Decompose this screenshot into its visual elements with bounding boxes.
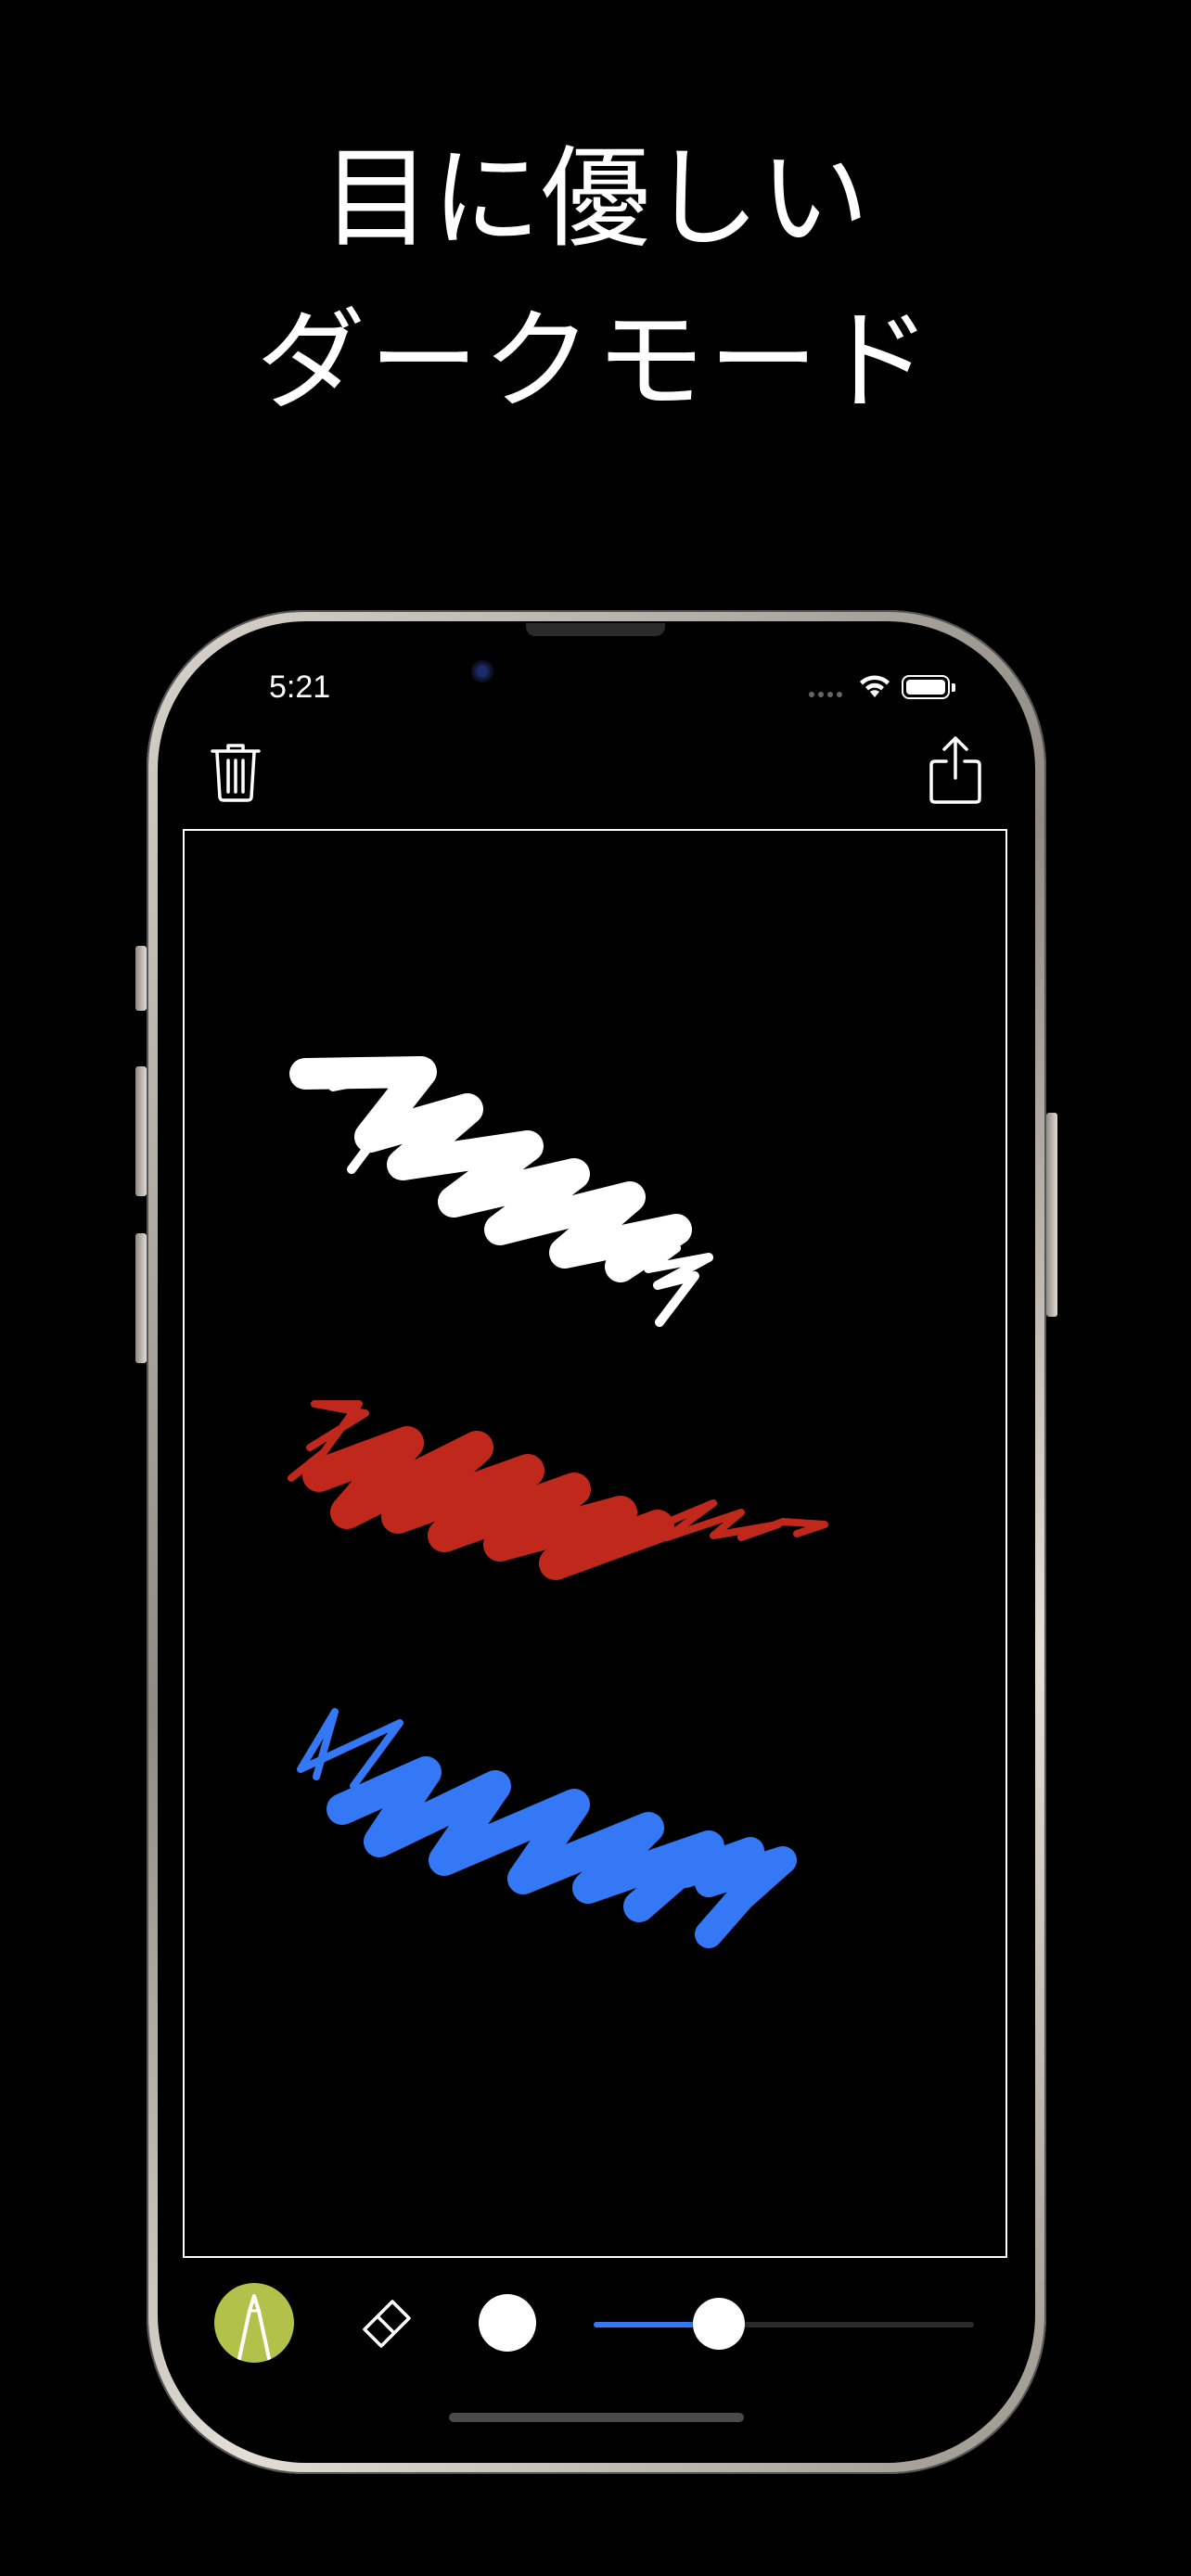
wifi-icon [860,675,890,697]
red-scribble [288,1400,828,1580]
front-camera [471,660,493,682]
headline-line-2: ダークモード [255,297,935,425]
delete-button[interactable] [208,740,263,805]
slider-thumb[interactable] [693,2298,746,2350]
mute-switch [135,946,147,1011]
drawing-canvas[interactable] [183,829,1007,2258]
blue-scribble [297,1708,797,1948]
pen-tool-button[interactable] [214,2283,294,2363]
eraser-icon [363,2300,411,2348]
color-picker-button[interactable] [479,2294,536,2352]
canvas-strokes [288,1056,828,1948]
share-icon [929,736,981,804]
volume-down-button [135,1233,147,1363]
power-button [1046,1113,1057,1317]
status-time: 5:21 [269,670,331,705]
headline-line-1: 目に優しい [321,134,869,262]
eraser-tool-button[interactable] [357,2296,413,2352]
brush-size-slider[interactable] [594,2298,974,2350]
white-scribble [289,1056,713,1327]
signal-icon [809,690,848,699]
trash-icon [211,744,261,802]
battery-icon [902,675,955,699]
share-button[interactable] [926,734,985,807]
speaker-grille [526,623,665,636]
pen-icon [237,2294,272,2363]
volume-up-button [135,1066,147,1196]
home-indicator [449,2413,744,2422]
